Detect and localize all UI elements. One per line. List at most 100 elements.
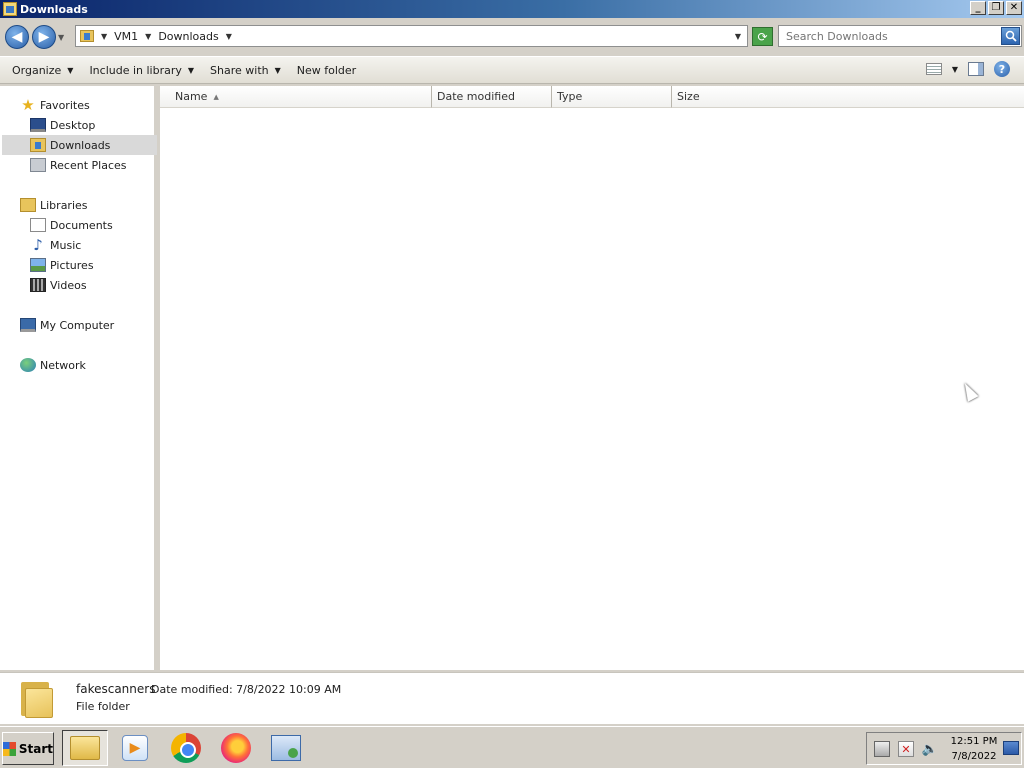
videos-icon	[30, 278, 46, 292]
column-size-label: Size	[677, 90, 700, 103]
network-status-icon[interactable]	[874, 741, 890, 757]
nav-libraries-label: Libraries	[40, 198, 88, 212]
desktop-icon	[30, 118, 46, 132]
nav-libraries[interactable]: Libraries	[0, 195, 157, 215]
command-bar: Organize ▼ Include in library ▼ Share wi…	[0, 56, 1024, 84]
share-with-button[interactable]: Share with ▼	[204, 57, 287, 83]
views-icon[interactable]	[925, 63, 942, 75]
view-controls: ▼ ?	[925, 61, 1010, 77]
address-bar[interactable]: ▼ VM1 ▼ Downloads ▼ ▼	[75, 25, 748, 47]
windows-logo-icon	[3, 741, 16, 756]
search-button[interactable]	[1001, 27, 1020, 45]
computer-icon	[20, 318, 36, 332]
new-folder-label: New folder	[296, 63, 357, 77]
nav-recent-places[interactable]: Recent Places	[0, 155, 157, 175]
window-title: Downloads	[20, 2, 88, 16]
file-list[interactable]: Name ▲ Date modified Type Size	[160, 86, 1024, 670]
music-icon: ♪	[33, 236, 43, 254]
address-row: ◀ ▶ ▼ ▼ VM1 ▼ Downloads ▼ ▼ ⟳	[0, 20, 1024, 54]
chevron-down-icon[interactable]: ▼	[952, 65, 958, 74]
column-header-date-modified[interactable]: Date modified	[432, 86, 552, 108]
nav-documents[interactable]: Documents	[0, 215, 157, 235]
nav-my-computer-label: My Computer	[40, 318, 115, 332]
remote-desktop-icon	[271, 735, 301, 761]
nav-music-label: Music	[50, 238, 82, 252]
address-history-dropdown[interactable]: ▼	[735, 32, 741, 41]
downloads-folder-icon	[30, 138, 46, 152]
taskbar-explorer[interactable]	[62, 730, 108, 766]
nav-desktop-label: Desktop	[50, 118, 96, 132]
chevron-down-icon: ▼	[274, 65, 281, 75]
folder-icon	[80, 30, 94, 42]
arrow-right-icon: ▶	[38, 29, 50, 45]
close-button[interactable]: ✕	[1006, 1, 1022, 15]
help-icon[interactable]: ?	[994, 61, 1010, 77]
search-box[interactable]	[778, 25, 1022, 47]
clock-date[interactable]: 7/8/2022	[950, 751, 998, 762]
window-controls: _ ❐ ✕	[970, 1, 1022, 15]
details-item-name: fakescanners	[76, 682, 156, 696]
nav-downloads[interactable]: Downloads	[2, 135, 157, 155]
minimize-button[interactable]: _	[970, 1, 986, 15]
volume-icon[interactable]: 🔈	[922, 741, 938, 757]
taskbar: Start ▶ ✕ 🔈 12:51 PM 7/8/2022	[0, 726, 1024, 768]
new-folder-button[interactable]: New folder	[291, 57, 362, 83]
system-tray: ✕ 🔈 12:51 PM 7/8/2022	[866, 732, 1022, 765]
chevron-down-icon[interactable]: ▼	[226, 32, 232, 41]
pictures-icon	[30, 258, 46, 272]
forward-button[interactable]: ▶	[32, 25, 56, 49]
action-center-flag-icon[interactable]: ✕	[898, 741, 914, 757]
chrome-icon	[171, 733, 201, 763]
organize-button[interactable]: Organize ▼	[6, 57, 79, 83]
details-date-modified: Date modified: 7/8/2022 10:09 AM	[151, 683, 342, 696]
nav-network-label: Network	[40, 358, 86, 372]
libraries-icon	[20, 198, 36, 212]
recent-pages-dropdown[interactable]: ▼	[58, 33, 64, 42]
nav-recent-places-label: Recent Places	[50, 158, 127, 172]
preview-pane-icon[interactable]	[968, 62, 984, 76]
arrow-left-icon: ◀	[11, 29, 23, 45]
nav-favorites-label: Favorites	[40, 98, 90, 112]
back-button[interactable]: ◀	[5, 25, 29, 49]
include-in-library-button[interactable]: Include in library ▼	[83, 57, 200, 83]
breadcrumb-downloads[interactable]: Downloads	[158, 30, 218, 43]
nav-music[interactable]: ♪ Music	[0, 235, 157, 255]
chevron-down-icon: ▼	[187, 65, 195, 75]
column-header-type[interactable]: Type	[552, 86, 672, 108]
nav-network[interactable]: Network	[0, 355, 157, 375]
share-with-label: Share with	[210, 63, 269, 77]
nav-videos[interactable]: Videos	[0, 275, 157, 295]
column-name-label: Name	[175, 90, 208, 103]
column-header-name[interactable]: Name ▲	[160, 86, 432, 108]
windows-explorer-icon	[70, 736, 100, 760]
breadcrumb-vm1[interactable]: VM1	[114, 30, 138, 43]
nav-my-computer[interactable]: My Computer	[0, 315, 157, 335]
show-desktop-icon[interactable]	[1003, 741, 1019, 755]
firefox-icon	[221, 733, 251, 763]
column-type-label: Type	[557, 90, 583, 103]
column-header-filler	[751, 86, 1024, 108]
star-icon: ★	[21, 96, 35, 114]
taskbar-chrome[interactable]	[163, 730, 209, 766]
taskbar-media-player[interactable]: ▶	[112, 730, 158, 766]
start-label: Start	[18, 741, 53, 756]
taskbar-firefox[interactable]	[213, 730, 259, 766]
recent-places-icon	[30, 158, 46, 172]
search-input[interactable]	[779, 29, 993, 43]
title-bar[interactable]: Downloads _ ❐ ✕	[0, 0, 1024, 18]
search-icon	[1005, 30, 1017, 42]
chevron-down-icon[interactable]: ▼	[101, 32, 107, 41]
clock-time[interactable]: 12:51 PM	[950, 736, 998, 747]
nav-pictures[interactable]: Pictures	[0, 255, 157, 275]
chevron-down-icon[interactable]: ▼	[145, 32, 151, 41]
taskbar-remote-desktop[interactable]	[263, 730, 309, 766]
start-button[interactable]: Start	[2, 732, 54, 765]
column-date-modified-label: Date modified	[437, 90, 515, 103]
nav-desktop[interactable]: Desktop	[0, 115, 157, 135]
chevron-down-icon: ▼	[67, 65, 74, 75]
restore-button[interactable]: ❐	[988, 1, 1004, 15]
nav-documents-label: Documents	[50, 218, 113, 232]
refresh-button[interactable]: ⟳	[752, 27, 773, 46]
nav-favorites[interactable]: ★ Favorites	[0, 95, 157, 115]
column-header-size[interactable]: Size	[672, 86, 752, 108]
